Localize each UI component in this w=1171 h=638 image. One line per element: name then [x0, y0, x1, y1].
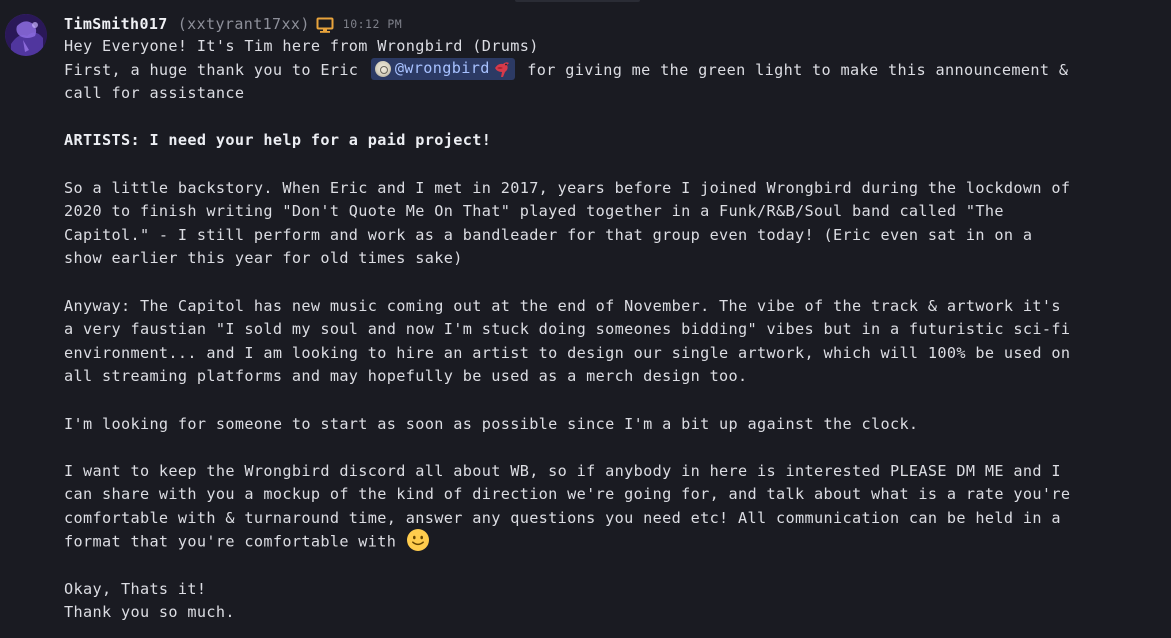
author-alt-name: (xxtyrant17xx) — [177, 15, 310, 33]
message-line: a very faustian "I sold my soul and now … — [64, 320, 1071, 339]
message-text: First, a huge thank you to Eric — [64, 60, 359, 79]
message-heading-line: ARTISTS: I need your help for a paid pro… — [64, 131, 492, 150]
message-line: call for assistance — [64, 84, 245, 103]
message-line: I want to keep the Wrongbird discord all… — [64, 461, 1061, 480]
message-line-with-mention: First, a huge thank you to Eric @wrongbi… — [64, 58, 1144, 83]
red-bird-icon — [492, 60, 512, 78]
message-line: Hey Everyone! It's Tim here from Wrongbi… — [64, 37, 539, 55]
message-timestamp[interactable]: 10:12 PM — [343, 17, 402, 31]
user-mention[interactable]: @wrongbird — [370, 58, 515, 81]
message-content: Hey Everyone! It's Tim here from Wrongbi… — [64, 35, 1144, 625]
slightly-smiling-face-icon[interactable] — [406, 528, 430, 552]
message-line: 2020 to finish writing "Don't Quote Me O… — [64, 202, 1004, 221]
mention-handle: @wrongbird — [394, 59, 490, 78]
monitor-icon — [316, 17, 334, 33]
message-line: Okay, Thats it! — [64, 579, 207, 598]
message-line: So a little backstory. When Eric and I m… — [64, 178, 1071, 197]
chat-message: TimSmith017 (xxtyrant17xx) 10:12 PM Hey … — [64, 13, 1144, 625]
mention-avatar-icon — [374, 61, 391, 78]
author-username[interactable]: TimSmith017 — [64, 15, 168, 33]
message-line: can share with you a mockup of the kind … — [64, 485, 1071, 504]
message-line: Capitol." - I still perform and work as … — [64, 225, 1033, 244]
message-line: I'm looking for someone to start as soon… — [64, 414, 919, 433]
message-line: comfortable with & turnaround time, answ… — [64, 508, 1061, 527]
message-line: Thank you so much. — [64, 603, 235, 622]
message-line: show earlier this year for old times sak… — [64, 249, 463, 268]
message-text: format that you're comfortable with — [64, 532, 397, 551]
message-text: for giving me the green light to make th… — [527, 60, 1069, 79]
avatar[interactable] — [5, 14, 47, 56]
message-line: all streaming platforms and may hopefull… — [64, 367, 748, 386]
avatar-image-icon — [5, 14, 47, 56]
message-line-with-emoji: format that you're comfortable with — [64, 528, 1144, 554]
message-line: Anyway: The Capitol has new music coming… — [64, 296, 1061, 315]
message-line: environment... and I am looking to hire … — [64, 343, 1071, 362]
previous-message-edge — [515, 0, 640, 2]
message-header: TimSmith017 (xxtyrant17xx) 10:12 PM — [64, 13, 1144, 35]
